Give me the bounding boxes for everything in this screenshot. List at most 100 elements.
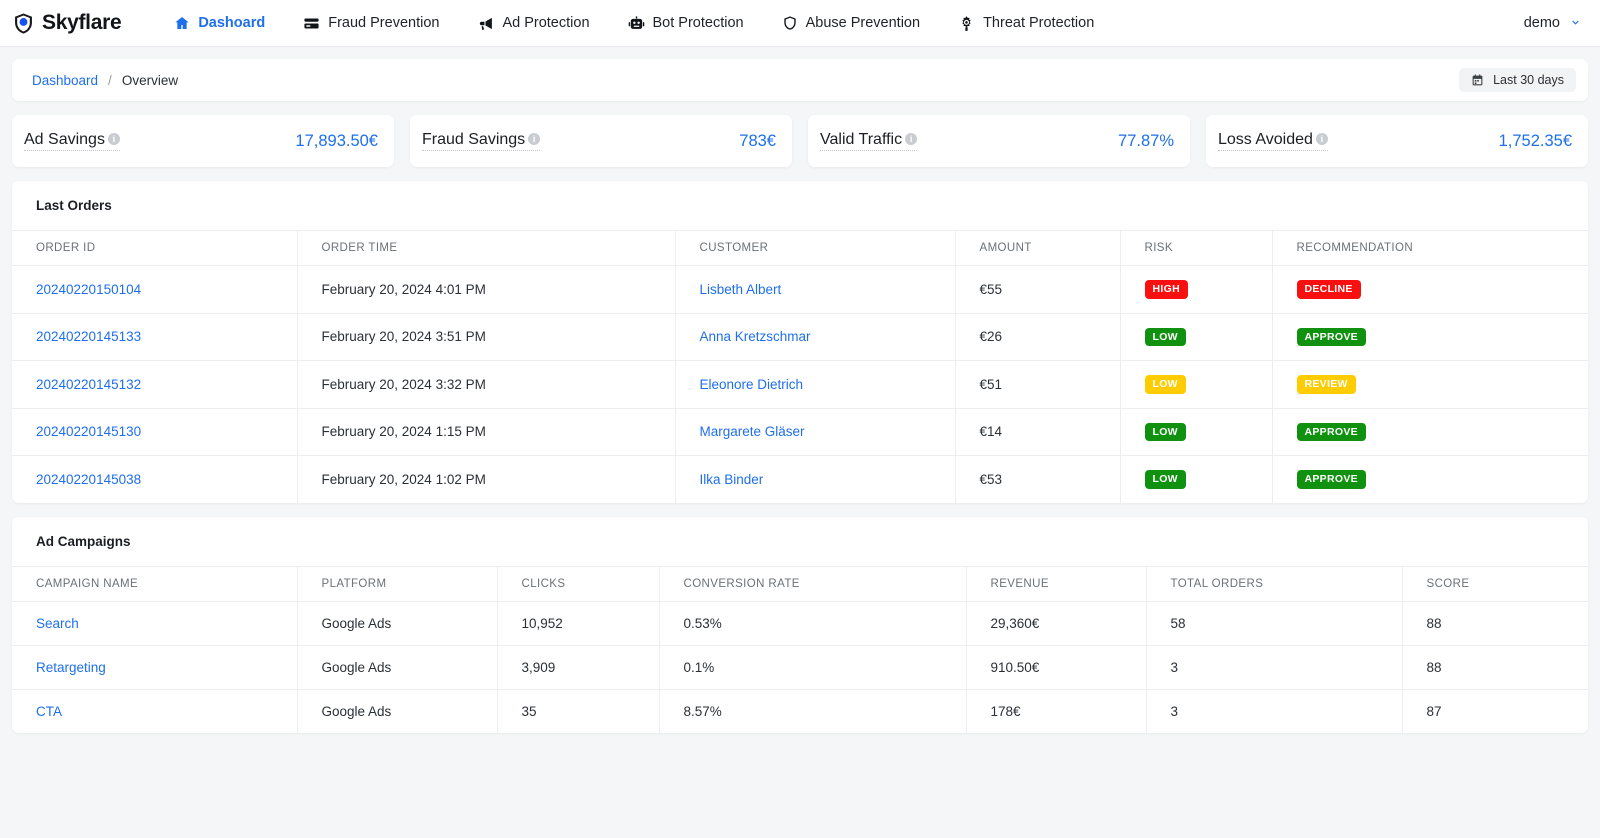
amount-cell: €26 (955, 313, 1121, 361)
kpi-card-fraud-savings: Fraud Savings i 783€ (410, 115, 792, 167)
risk-badge: LOW (1144, 470, 1186, 489)
nav-item-ad-protection[interactable]: Ad Protection (458, 0, 608, 47)
nav-item-threat-protection[interactable]: Threat Protection (939, 0, 1113, 47)
table-row: Search Google Ads 10,952 0.53% 29,360€ 5… (12, 601, 1588, 646)
campaign-name-link[interactable]: CTA (36, 704, 62, 719)
table-row: 20240220145130 February 20, 2024 1:15 PM… (12, 408, 1588, 456)
last-orders-panel: Last Orders ORDER ID ORDER TIME CUSTOMER… (12, 181, 1588, 503)
brand-name: Skyflare (42, 11, 122, 34)
nav-item-fraud-prevention[interactable]: Fraud Prevention (284, 0, 458, 47)
nav-item-abuse-prevention[interactable]: Abuse Prevention (763, 0, 939, 47)
clicks-cell: 10,952 (497, 601, 660, 646)
table-row: 20240220150104 February 20, 2024 4:01 PM… (12, 265, 1588, 314)
date-range-picker[interactable]: Last 30 days (1459, 68, 1576, 92)
account-menu[interactable]: demo (1524, 15, 1582, 31)
ad-campaigns-panel: Ad Campaigns CAMPAIGN NAME PLATFORM CLIC… (12, 516, 1588, 733)
revenue-cell: 910.50€ (966, 645, 1147, 690)
amount-cell: €55 (955, 265, 1121, 314)
calendar-icon (1471, 74, 1484, 87)
order-id-link[interactable]: 20240220145132 (36, 377, 141, 392)
account-name: demo (1523, 15, 1560, 31)
nav-item-label: Threat Protection (983, 15, 1095, 31)
kpi-value: 1,752.35€ (1498, 131, 1572, 150)
nav-item-label: Ad Protection (502, 15, 590, 31)
nav-item-label: Bot Protection (652, 15, 744, 31)
brand-logo[interactable]: Skyflare (12, 11, 122, 35)
recommendation-cell: APPROVE (1272, 456, 1588, 503)
score-cell: 87 (1426, 703, 1442, 719)
customer-cell: Lisbeth Albert (675, 265, 956, 314)
order-id-link[interactable]: 20240220145133 (36, 329, 141, 344)
robot-icon (628, 15, 645, 32)
breadcrumb-separator: / (108, 72, 112, 88)
recommendation-badge: REVIEW (1296, 375, 1356, 394)
order-id-link[interactable]: 20240220145130 (36, 424, 141, 439)
order-time-cell: February 20, 2024 1:15 PM (297, 408, 676, 456)
column-header-conversion-rate: CONVERSION RATE (659, 565, 967, 602)
recommendation-cell: DECLINE (1272, 265, 1588, 314)
customer-cell: Margarete Gläser (675, 408, 956, 456)
panel-title: Last Orders (36, 198, 112, 213)
info-icon[interactable]: i (905, 133, 918, 145)
nav-item-bot-protection[interactable]: Bot Protection (609, 0, 763, 47)
platform-cell: Google Ads (297, 689, 498, 733)
kpi-label: Ad Savings i (24, 131, 120, 151)
info-icon[interactable]: i (1315, 133, 1328, 145)
recommendation-badge: APPROVE (1296, 327, 1366, 346)
risk-cell: LOW (1120, 408, 1273, 456)
top-navigation-bar: Skyflare Dashoard Fraud Prevention Ad Pr… (0, 0, 1600, 47)
column-header-campaign-name: CAMPAIGN NAME (12, 565, 298, 602)
conversion-rate-cell: 0.1% (659, 645, 967, 690)
kpi-card-loss-avoided: Loss Avoided i 1,752.35€ (1206, 115, 1588, 167)
recommendation-badge: DECLINE (1296, 280, 1361, 299)
nav-item-label: Abuse Prevention (805, 15, 921, 31)
order-id-link[interactable]: 20240220145038 (36, 472, 141, 487)
order-time-cell: February 20, 2024 3:32 PM (297, 360, 676, 409)
risk-badge: LOW (1144, 327, 1186, 346)
nav-item-dashboard[interactable]: Dashoard (155, 0, 284, 47)
platform-cell: Google Ads (297, 645, 498, 690)
column-header-platform: PLATFORM (297, 565, 498, 602)
credit-card-icon (303, 15, 320, 32)
kpi-value: 77.87% (1118, 131, 1174, 150)
column-header-recommendation: RECOMMENDATION (1272, 230, 1588, 266)
campaign-name-link[interactable]: Search (36, 616, 79, 631)
customer-link[interactable]: Ilka Binder (700, 472, 764, 487)
info-icon[interactable]: i (107, 133, 120, 145)
recommendation-cell: APPROVE (1272, 313, 1588, 361)
table-header-row: CAMPAIGN NAME PLATFORM CLICKS CONVERSION… (12, 565, 1588, 602)
nav-item-label: Fraud Prevention (328, 15, 440, 31)
customer-link[interactable]: Lisbeth Albert (700, 282, 782, 297)
campaign-name-link[interactable]: Retargeting (36, 660, 106, 675)
kpi-label: Fraud Savings i (422, 131, 541, 151)
megaphone-icon (477, 15, 494, 32)
conversion-rate-cell: 8.57% (659, 689, 967, 733)
breadcrumb-bar: Dashboard / Overview Last 30 days (12, 59, 1588, 101)
kpi-label-text: Loss Avoided (1218, 131, 1313, 148)
kpi-label-text: Valid Traffic (820, 131, 903, 148)
column-header-total-orders: TOTAL ORDERS (1146, 565, 1403, 602)
order-id-link[interactable]: 20240220150104 (36, 282, 141, 297)
order-time-cell: February 20, 2024 1:02 PM (297, 455, 676, 503)
recommendation-cell: APPROVE (1272, 408, 1588, 456)
breadcrumb-dashboard-link[interactable]: Dashboard (32, 73, 98, 88)
total-orders-cell: 3 (1146, 689, 1403, 733)
column-header-customer: CUSTOMER (675, 230, 956, 266)
order-id-cell: 20240220150104 (12, 265, 298, 314)
customer-cell: Ilka Binder (675, 455, 956, 503)
customer-link[interactable]: Margarete Gläser (700, 424, 805, 439)
total-orders-cell: 58 (1146, 601, 1403, 646)
ad-campaigns-body: Search Google Ads 10,952 0.53% 29,360€ 5… (12, 601, 1588, 733)
breadcrumb-current: Overview (121, 72, 179, 88)
customer-link[interactable]: Anna Kretzschmar (700, 329, 811, 344)
info-icon[interactable]: i (528, 133, 541, 145)
conversion-rate-cell: 0.53% (659, 601, 967, 646)
risk-badge: LOW (1144, 422, 1186, 441)
campaign-name-cell: CTA (12, 689, 298, 733)
order-id-cell: 20240220145038 (12, 455, 298, 503)
clicks-cell: 35 (497, 689, 660, 733)
customer-link[interactable]: Eleonore Dietrich (700, 377, 804, 392)
last-orders-table: ORDER ID ORDER TIME CUSTOMER AMOUNT RISK… (12, 230, 1588, 503)
kpi-card-row: Ad Savings i 17,893.50€ Fraud Savings i … (12, 115, 1588, 167)
risk-cell: LOW (1120, 313, 1273, 361)
